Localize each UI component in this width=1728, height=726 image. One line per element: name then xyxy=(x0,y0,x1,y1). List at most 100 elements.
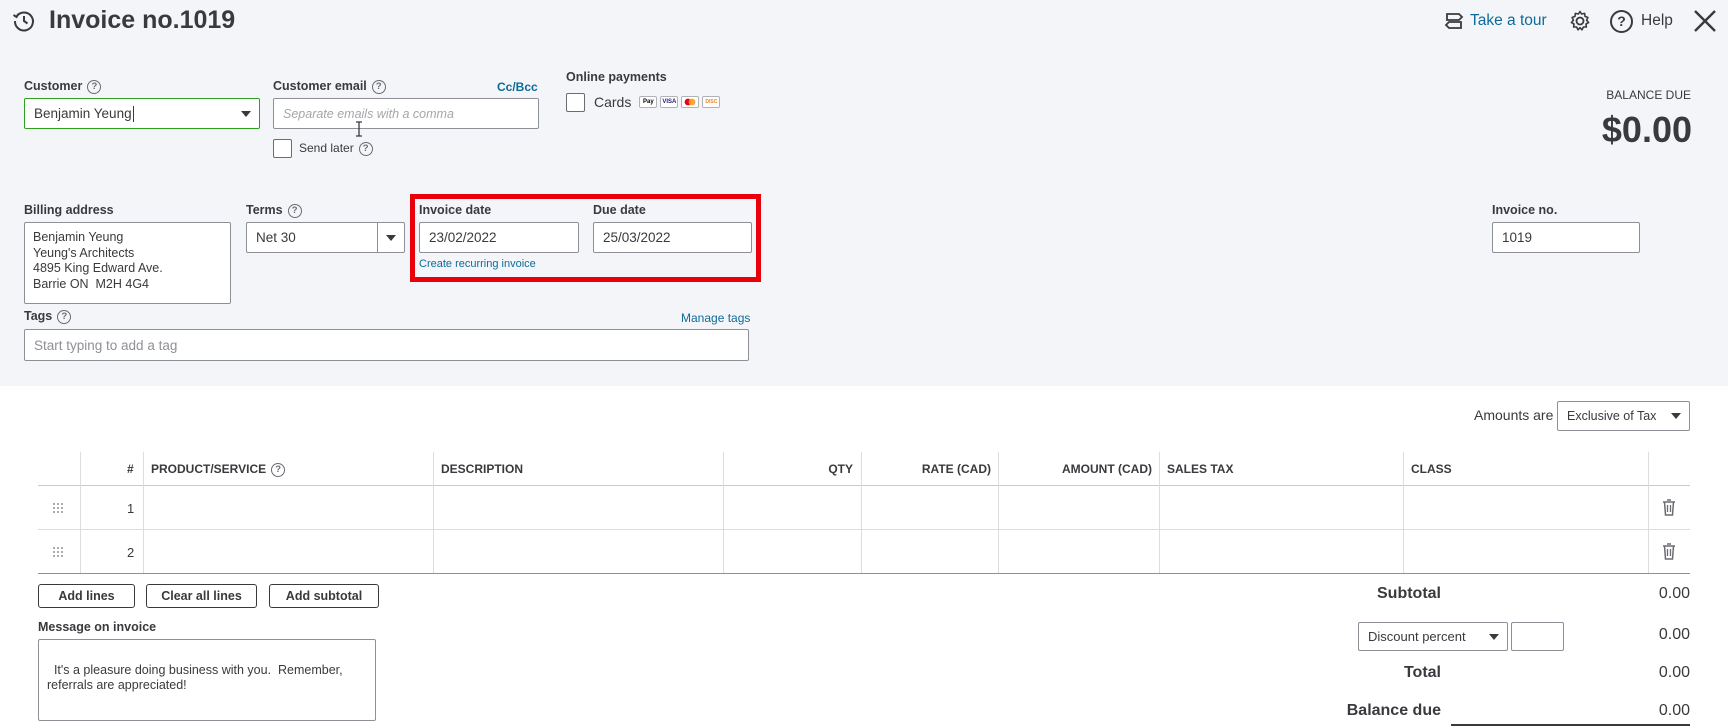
take-a-tour-link[interactable]: Take a tour xyxy=(1443,10,1547,32)
discount-type-value: Discount percent xyxy=(1368,629,1466,644)
trash-icon[interactable] xyxy=(1662,499,1676,516)
customer-email-placeholder: Separate emails with a comma xyxy=(283,106,454,121)
cards-option: Cards Pay VISA DISC xyxy=(594,93,721,111)
terms-dropdown-caret[interactable] xyxy=(377,223,404,252)
discover-icon: DISC xyxy=(702,96,721,108)
invoice-date-value: 23/02/2022 xyxy=(429,230,497,245)
column-header-rate: RATE (CAD) xyxy=(921,462,991,476)
invoice-no-value: 1019 xyxy=(1502,230,1533,245)
tags-input[interactable]: Start typing to add a tag xyxy=(24,329,749,361)
customer-value: Benjamin Yeung xyxy=(34,106,132,121)
invoice-no-label: Invoice no. xyxy=(1492,203,1558,217)
due-date-input[interactable]: 25/03/2022 xyxy=(593,222,752,253)
invoice-date-label: Invoice date xyxy=(419,203,492,217)
amounts-are-select[interactable]: Exclusive of Tax xyxy=(1557,401,1690,431)
visa-icon: VISA xyxy=(660,96,679,108)
terms-value: Net 30 xyxy=(256,230,296,245)
subtotal-label: Subtotal xyxy=(1377,585,1441,602)
column-header-qty: QTY xyxy=(828,462,853,476)
customer-select[interactable]: Benjamin Yeung xyxy=(24,98,260,129)
table-row[interactable] xyxy=(38,486,1690,529)
discount-value: 0.00 xyxy=(1658,626,1690,643)
billing-line: Yeung's Architects xyxy=(33,245,135,260)
online-payments-label: Online payments xyxy=(566,70,667,84)
chevron-down-icon xyxy=(1488,633,1499,640)
row-number: 2 xyxy=(127,545,135,560)
apple-pay-icon: Pay xyxy=(639,96,658,108)
message-on-invoice-textarea[interactable]: It's a pleasure doing business with you.… xyxy=(38,639,376,721)
terms-select[interactable]: Net 30 xyxy=(246,222,405,253)
customer-email-help-icon[interactable]: ? xyxy=(371,79,386,94)
chevron-down-icon xyxy=(1670,413,1681,419)
column-header-class: CLASS xyxy=(1411,462,1452,476)
table-row[interactable] xyxy=(38,530,1690,573)
signpost-icon xyxy=(1443,10,1465,32)
cc-bcc-link[interactable]: Cc/Bcc xyxy=(497,80,538,94)
billing-address-label: Billing address xyxy=(24,203,114,217)
discount-dropdown-caret[interactable] xyxy=(1480,623,1507,650)
customer-email-label: Customer email? xyxy=(273,79,386,94)
discount-type-select[interactable]: Discount percent xyxy=(1358,622,1508,651)
invoice-date-input[interactable]: 23/02/2022 xyxy=(419,222,579,253)
send-later-help-icon[interactable]: ? xyxy=(358,141,373,156)
recent-history-icon[interactable] xyxy=(12,9,36,33)
create-recurring-invoice-link[interactable]: Create recurring invoice xyxy=(419,258,536,270)
customer-dropdown-caret[interactable] xyxy=(232,99,259,128)
drag-handle-icon[interactable] xyxy=(52,502,64,514)
balance-due-label: BALANCE DUE xyxy=(1606,88,1691,102)
tags-placeholder: Start typing to add a tag xyxy=(34,337,178,353)
billing-address-textarea[interactable]: Benjamin Yeung Yeung's Architects 4895 K… xyxy=(24,222,231,304)
add-subtotal-button[interactable]: Add subtotal xyxy=(269,584,379,608)
subtotal-value: 0.00 xyxy=(1658,585,1690,602)
amounts-are-dropdown-caret[interactable] xyxy=(1662,402,1689,430)
due-date-label: Due date xyxy=(593,203,646,217)
billing-line: Barrie ON M2H 4G4 xyxy=(33,276,150,291)
mouse-ibeam-cursor xyxy=(355,121,363,137)
column-header-sales-tax: SALES TAX xyxy=(1167,462,1234,476)
terms-label: Terms? xyxy=(246,203,302,218)
chevron-down-icon xyxy=(386,234,396,241)
balance-due-total-value: 0.00 xyxy=(1658,702,1690,719)
help-icon: ? xyxy=(1610,9,1633,33)
balance-due-amount: $0.00 xyxy=(1601,109,1692,150)
customer-help-icon[interactable]: ? xyxy=(87,79,102,94)
message-on-invoice-value: It's a pleasure doing business with you.… xyxy=(47,662,347,693)
message-on-invoice-label: Message on invoice xyxy=(38,620,157,634)
help-label: Help xyxy=(1641,12,1673,29)
column-header-number: # xyxy=(127,462,134,476)
trash-icon[interactable] xyxy=(1662,543,1676,560)
terms-help-icon[interactable]: ? xyxy=(287,203,302,218)
invoice-no-input[interactable]: 1019 xyxy=(1492,222,1640,253)
column-header-product-service: PRODUCT/SERVICE? xyxy=(151,462,286,477)
manage-tags-link[interactable]: Manage tags xyxy=(681,311,750,325)
due-date-value: 25/03/2022 xyxy=(603,230,671,245)
table-bottom-border xyxy=(38,573,1690,574)
mastercard-icon xyxy=(681,96,700,108)
clear-all-lines-button[interactable]: Clear all lines xyxy=(146,584,257,608)
send-later-checkbox[interactable] xyxy=(273,139,292,158)
column-header-amount: AMOUNT (CAD) xyxy=(1062,462,1152,476)
close-icon[interactable] xyxy=(1692,8,1718,34)
column-header-description: DESCRIPTION xyxy=(441,462,524,476)
total-label: Total xyxy=(1403,664,1441,681)
amounts-are-label: Amounts are xyxy=(1474,407,1554,423)
add-lines-button[interactable]: Add lines xyxy=(38,584,135,608)
customer-email-input[interactable]: Separate emails with a comma xyxy=(273,98,539,129)
tags-help-icon[interactable]: ? xyxy=(57,309,72,324)
customer-label: Customer? xyxy=(24,79,102,94)
billing-line: 4895 King Edward Ave. xyxy=(33,261,163,275)
send-later-label: Send later? xyxy=(299,141,373,156)
drag-handle-icon[interactable] xyxy=(52,546,64,558)
tags-label: Tags? xyxy=(24,309,72,324)
cards-checkbox[interactable] xyxy=(566,93,585,112)
gear-icon[interactable] xyxy=(1568,9,1592,33)
amounts-are-value: Exclusive of Tax xyxy=(1567,409,1657,423)
take-a-tour-label: Take a tour xyxy=(1470,12,1547,29)
discount-input[interactable] xyxy=(1511,622,1564,651)
billing-line: Benjamin Yeung xyxy=(33,230,124,244)
page-title: Invoice no.1019 xyxy=(49,6,236,34)
help-button[interactable]: ? Help xyxy=(1610,9,1673,33)
product-service-help-icon[interactable]: ? xyxy=(271,462,286,477)
row-number: 1 xyxy=(127,501,135,516)
chevron-down-icon xyxy=(240,110,251,117)
